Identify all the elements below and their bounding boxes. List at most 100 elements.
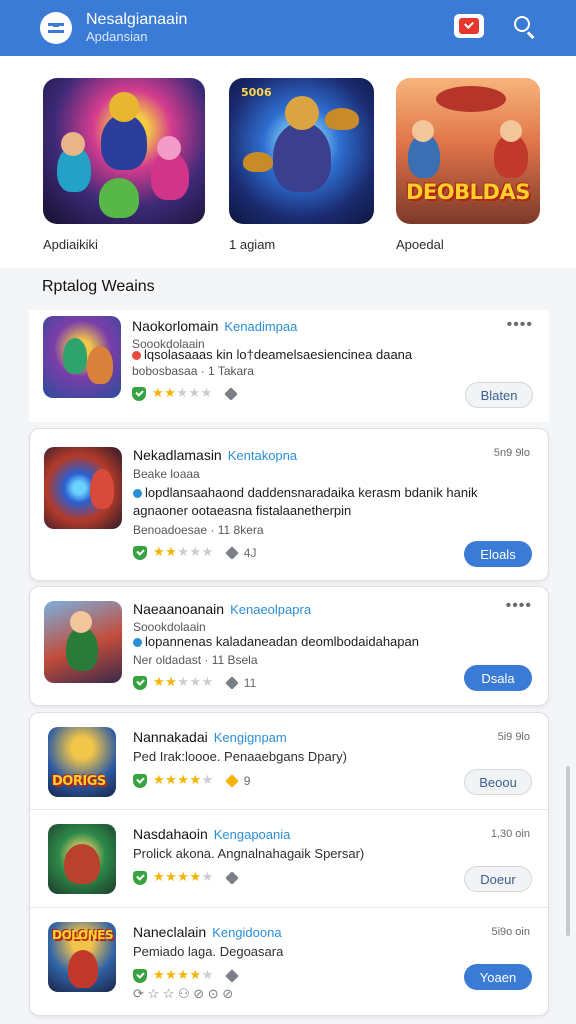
app-icon-logo: DOLONES: [52, 928, 113, 942]
star-rating-icon: ★★★★★: [153, 968, 214, 983]
app-name: Nekadlamasin Kentakopna: [133, 447, 298, 463]
featured-card[interactable]: DEOBLDAS Apoedal: [396, 78, 540, 252]
app-icon-logo: DORIGS: [52, 774, 106, 789]
notification-icon[interactable]: [454, 14, 484, 38]
list-item[interactable]: Nekadlamasin Kentakopna 5n9 9lo Beake loa…: [29, 428, 549, 581]
more-options-icon[interactable]: ••••: [506, 597, 532, 615]
featured-tag: 5006: [241, 86, 272, 99]
verified-shield-icon: [133, 870, 147, 885]
star-rating-icon: ★★★★★: [153, 675, 214, 690]
search-icon[interactable]: [512, 14, 538, 40]
app-category: Soookdolaain: [133, 620, 206, 634]
verified-shield-icon: [133, 968, 147, 983]
featured-thumbnail: 5006: [229, 78, 374, 224]
app-subtitle: Apdansian: [86, 28, 148, 44]
tag-icon: [224, 675, 239, 690]
badge-icons: ⟳ ☆ ☆ ⚇ ⊘ ⊙ ⊘: [133, 986, 234, 1001]
star-rating-icon: ★★★★★: [152, 386, 213, 401]
app-name: Nannakadai Kengignpam: [133, 729, 287, 745]
tag-icon: [224, 870, 239, 885]
tag-icon: [223, 386, 238, 401]
rating: ★★★★★ 4J: [133, 545, 256, 560]
verified-shield-icon: [133, 773, 147, 788]
install-button[interactable]: Beoou: [464, 769, 532, 795]
app-description: lqsolasaaas kin lo†deamelsaesiencinea da…: [132, 346, 512, 364]
featured-label: Apoedal: [396, 237, 444, 252]
developer-name: Kengapoania: [213, 827, 291, 842]
featured-card[interactable]: Apdiaikiki: [43, 78, 205, 252]
rating: ★★★★★: [132, 386, 243, 401]
more-options-icon[interactable]: ••••: [507, 316, 533, 334]
featured-card[interactable]: 5006 1 agiam: [229, 78, 374, 252]
app-name: Naeaanoanain Kenaeolpapra: [133, 601, 312, 617]
menu-icon: [48, 23, 64, 33]
file-size: 1,30 oin: [490, 828, 530, 840]
file-size: 5i9o oin: [491, 926, 530, 938]
install-button[interactable]: Doeur: [464, 866, 532, 892]
app-category: Beake loaaa: [133, 467, 200, 481]
star-rating-icon: ★★★★★: [153, 870, 214, 885]
featured-label: 1 agiam: [229, 237, 276, 252]
verified-shield-icon: [133, 675, 147, 690]
scrollbar[interactable]: [566, 766, 570, 936]
featured-logo: DEOBLDAS: [406, 180, 530, 204]
list-item[interactable]: DOLONES Naneclalain Kengidoona 5i9o oin P…: [30, 907, 548, 1015]
list-item[interactable]: DORIGS Nannakadai Kengignpam 5i9 9lo Ped …: [30, 713, 548, 809]
app-icon: DORIGS: [48, 727, 116, 797]
app-icon: [43, 316, 121, 398]
list-item[interactable]: Naokorlomain Kenadimpaa •••• Soookdolaain…: [29, 310, 549, 422]
star-rating-icon: ★★★★★: [153, 773, 214, 788]
app-category: Prolick akona. Angnalnahagaik Spersar): [133, 846, 365, 861]
download-button[interactable]: Dsala: [464, 665, 532, 691]
app-icon: [48, 824, 116, 894]
featured-label: Apdiaikiki: [43, 237, 98, 252]
app-meta: bobosbasaa · 1 Takara: [132, 364, 254, 378]
app-meta: Benoadoesae · 11 8kera: [133, 523, 264, 537]
section-title: Rptalog Weains: [42, 278, 155, 295]
developer-name: Kenadimpaa: [224, 319, 298, 334]
developer-name: Kengignpam: [213, 730, 287, 745]
app-list-card: DORIGS Nannakadai Kengignpam 5i9 9lo Ped …: [29, 712, 549, 1016]
tag-icon: [224, 773, 239, 788]
rating-count: 11: [243, 675, 257, 690]
verified-shield-icon: [133, 545, 147, 560]
app-title: Nesalgianaain: [86, 11, 188, 29]
download-button[interactable]: Yoaen: [464, 964, 532, 990]
featured-carousel: Apdiaikiki 5006 1 agiam DEOBLDAS Apoedal: [0, 56, 576, 268]
developer-name: Kenaeolpapra: [230, 602, 312, 617]
app-logo[interactable]: [40, 12, 72, 44]
rating-count: 4J: [243, 545, 257, 560]
tag-icon: [224, 545, 239, 560]
rating-count: 9: [243, 773, 251, 788]
status-dot-icon: [133, 489, 142, 498]
download-button[interactable]: Eloals: [464, 541, 532, 567]
app-description: lopdlansaahaond daddensnaradaika kerasm …: [133, 485, 478, 518]
app-icon: [44, 601, 122, 683]
star-rating-icon: ★★★★★: [153, 545, 214, 560]
tag-icon: [224, 968, 239, 983]
app-name: Naokorlomain Kenadimpaa: [132, 318, 298, 334]
install-button[interactable]: Blaten: [465, 382, 533, 408]
rating: ★★★★★: [133, 870, 239, 885]
verified-shield-icon: [132, 386, 146, 401]
list-item[interactable]: Naeaanoanain Kenaeolpapra •••• Soookdolaa…: [29, 586, 549, 706]
app-icon: [44, 447, 122, 529]
app-category: Pemiado laga. Degoasara: [133, 944, 284, 959]
status-dot-icon: [133, 638, 142, 647]
rating: ★★★★★ 11: [133, 675, 256, 690]
developer-name: Kentakopna: [227, 448, 298, 463]
developer-name: Kengidoona: [212, 925, 282, 940]
app-description: lopannenas kaladaneadan deomlbodaidahapa…: [133, 633, 513, 651]
app-titles: Nesalgianaain Apdansian: [86, 11, 187, 44]
list-item[interactable]: Nasdahaoin Kengapoania 1,30 oin Prolick a…: [30, 809, 548, 907]
inbox-icon: [459, 18, 479, 34]
file-size: 5i9 9lo: [497, 731, 530, 743]
app-category: Ped Irak:loooe. Penaaebgans Dpary): [133, 749, 347, 764]
featured-thumbnail: DEOBLDAS: [396, 78, 540, 224]
app-icon: DOLONES: [48, 922, 116, 992]
app-meta: Ner oldadast · 11 Bsela: [133, 653, 258, 667]
featured-thumbnail: [43, 78, 205, 224]
rating: ★★★★★: [133, 968, 239, 983]
app-bar: Nesalgianaain Apdansian: [0, 0, 576, 56]
app-name: Nasdahaoin Kengapoania: [133, 826, 291, 842]
